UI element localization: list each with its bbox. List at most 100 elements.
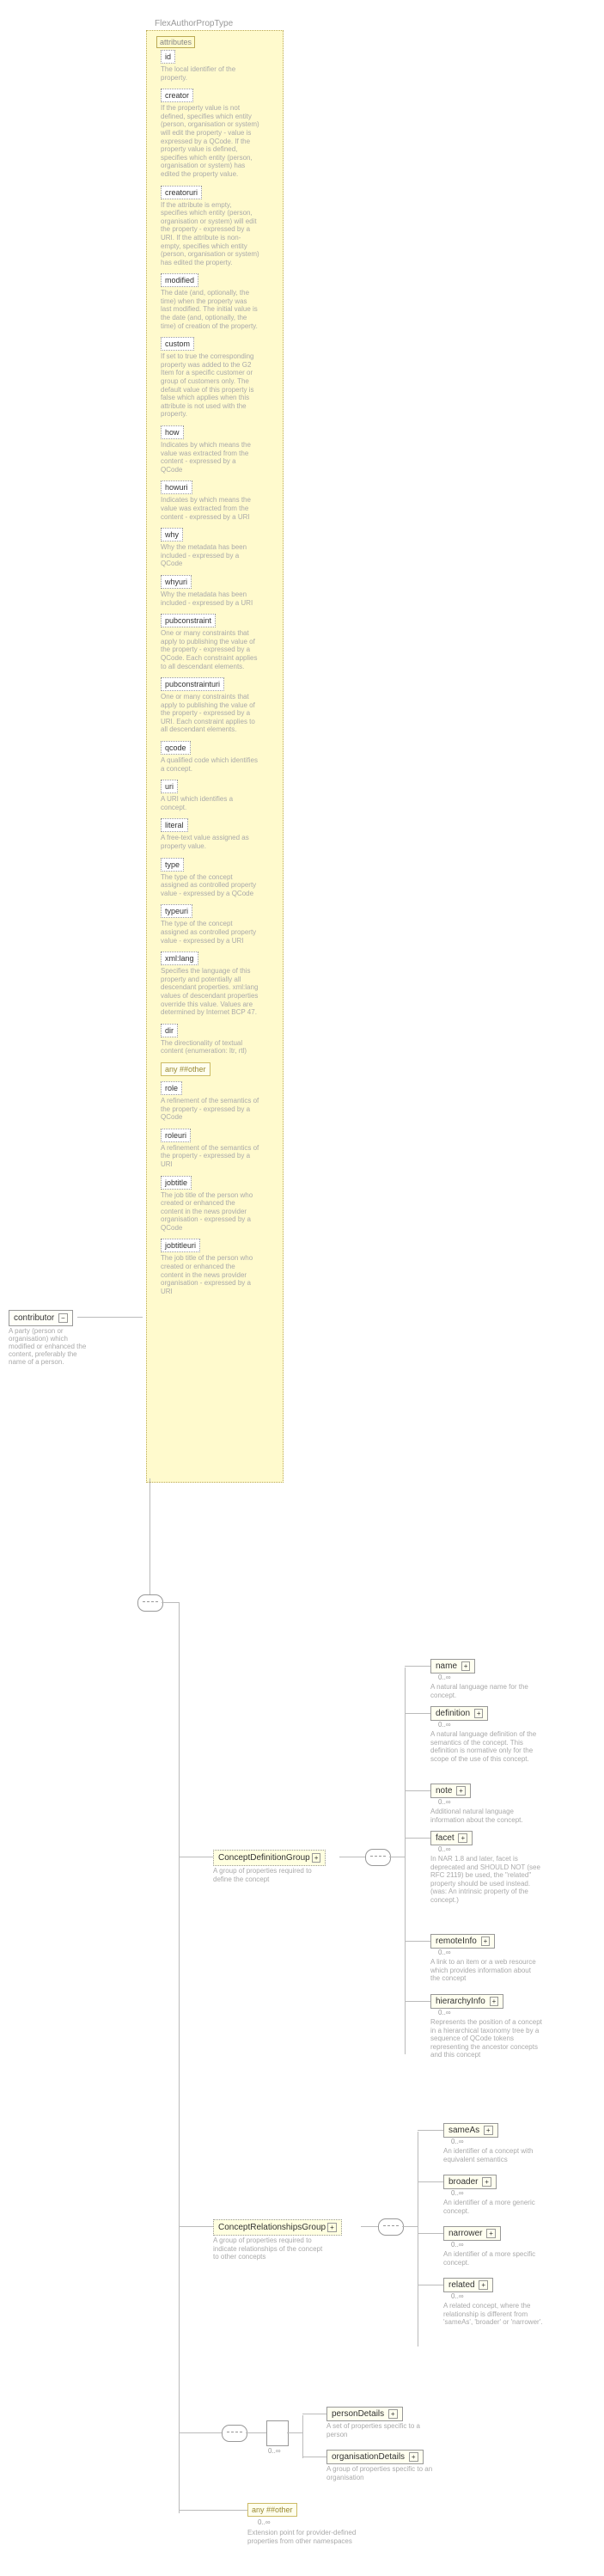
attr-desc: Indicates by which means the value was e… bbox=[161, 496, 259, 521]
attr-desc: Why the metadata has been included - exp… bbox=[161, 590, 259, 607]
attr-desc: The job title of the person who created … bbox=[161, 1254, 259, 1295]
attr-id[interactable]: id bbox=[161, 50, 175, 64]
elem-desc: A natural language definition of the sem… bbox=[430, 1730, 542, 1763]
multiplicity: 0..∞ bbox=[268, 2447, 281, 2455]
sequence-connector bbox=[137, 1594, 163, 1612]
element-facet[interactable]: facet + bbox=[430, 1831, 473, 1845]
choice-connector bbox=[266, 2420, 289, 2446]
attr-anyother[interactable]: any ##other bbox=[161, 1062, 210, 1076]
expand-icon[interactable]: + bbox=[327, 2223, 337, 2232]
attr-desc: Specifies the language of this property … bbox=[161, 967, 259, 1017]
attr-desc: If the property value is not defined, sp… bbox=[161, 104, 259, 178]
attr-desc: Indicates by which means the value was e… bbox=[161, 441, 259, 474]
attr-jobtitle[interactable]: jobtitle bbox=[161, 1176, 192, 1190]
attr-uri[interactable]: uri bbox=[161, 780, 178, 793]
attr-desc: A free-text value assigned as property v… bbox=[161, 834, 259, 850]
elem-desc: In NAR 1.8 and later, facet is deprecate… bbox=[430, 1855, 542, 1905]
attr-desc: The type of the concept assigned as cont… bbox=[161, 873, 259, 898]
attr-role[interactable]: role bbox=[161, 1081, 182, 1095]
attr-whyuri[interactable]: whyuri bbox=[161, 575, 192, 589]
root-element[interactable]: contributor − bbox=[9, 1310, 73, 1326]
elem-desc: Represents the position of a concept in … bbox=[430, 2018, 542, 2059]
elem-desc: A natural language name for the concept. bbox=[430, 1683, 542, 1699]
sequence-connector bbox=[378, 2218, 404, 2236]
multiplicity: 0..∞ bbox=[451, 2292, 464, 2300]
attr-qcode[interactable]: qcode bbox=[161, 741, 191, 755]
elem-desc: An identifier of a more generic concept. bbox=[443, 2199, 555, 2215]
cdg-desc: A group of properties required to define… bbox=[213, 1867, 325, 1883]
attr-desc: A refinement of the semantics of the pro… bbox=[161, 1144, 259, 1169]
element-name[interactable]: name + bbox=[430, 1659, 475, 1673]
attr-typeuri[interactable]: typeuri bbox=[161, 904, 192, 918]
attr-desc: The type of the concept assigned as cont… bbox=[161, 920, 259, 945]
multiplicity: 0..∞ bbox=[438, 1721, 451, 1729]
multiplicity: 0..∞ bbox=[438, 1673, 451, 1681]
expand-icon[interactable]: − bbox=[58, 1313, 68, 1323]
element-note[interactable]: note + bbox=[430, 1784, 471, 1798]
multiplicity: 0..∞ bbox=[451, 2138, 464, 2145]
type-title: FlexAuthorPropType bbox=[155, 19, 233, 28]
elem-desc: Additional natural language information … bbox=[430, 1808, 542, 1824]
attr-desc: One or many constraints that apply to pu… bbox=[161, 629, 259, 670]
element-remoteInfo[interactable]: remoteInfo + bbox=[430, 1934, 495, 1949]
attr-desc: A refinement of the semantics of the pro… bbox=[161, 1097, 259, 1122]
attr-modified[interactable]: modified bbox=[161, 273, 198, 287]
multiplicity: 0..∞ bbox=[258, 2518, 271, 2526]
attr-creatoruri[interactable]: creatoruri bbox=[161, 186, 202, 199]
attr-desc: A qualified code which identifies a conc… bbox=[161, 756, 259, 773]
attr-desc: The job title of the person who created … bbox=[161, 1191, 259, 1233]
elem-desc: A related concept, where the relationshi… bbox=[443, 2302, 555, 2327]
attr-custom[interactable]: custom bbox=[161, 337, 194, 351]
attr-desc: One or many constraints that apply to pu… bbox=[161, 693, 259, 734]
attr-desc: The date (and, optionally, the time) whe… bbox=[161, 289, 259, 330]
attr-literal[interactable]: literal bbox=[161, 818, 188, 832]
element-definition[interactable]: definition + bbox=[430, 1706, 488, 1721]
multiplicity: 0..∞ bbox=[438, 2009, 451, 2016]
multiplicity: 0..∞ bbox=[438, 1845, 451, 1853]
concept-relationships-group[interactable]: ConceptRelationshipsGroup+ bbox=[213, 2219, 342, 2236]
sequence-connector bbox=[365, 1849, 391, 1866]
attr-desc: If the attribute is empty, specifies whi… bbox=[161, 201, 259, 267]
element-related[interactable]: related + bbox=[443, 2278, 493, 2292]
attr-desc: The local identifier of the property. bbox=[161, 65, 259, 82]
elem-desc: A link to an item or a web resource whic… bbox=[430, 1958, 542, 1983]
expand-icon[interactable]: + bbox=[312, 1853, 321, 1863]
attr-type[interactable]: type bbox=[161, 858, 184, 872]
element-organisationDetails[interactable]: organisationDetails + bbox=[326, 2450, 424, 2464]
multiplicity: 0..∞ bbox=[451, 2241, 464, 2249]
element-sameAs[interactable]: sameAs + bbox=[443, 2123, 498, 2138]
attr-creator[interactable]: creator bbox=[161, 89, 193, 102]
crg-desc: A group of properties required to indica… bbox=[213, 2236, 325, 2261]
multiplicity: 0..∞ bbox=[451, 2189, 464, 2197]
type-container: idThe local identifier of the property. c… bbox=[146, 30, 284, 1483]
sequence-connector bbox=[222, 2425, 247, 2442]
element-narrower[interactable]: narrower + bbox=[443, 2226, 501, 2241]
concept-definition-group[interactable]: ConceptDefinitionGroup+ bbox=[213, 1850, 326, 1866]
elem-desc: A group of properties specific to an org… bbox=[326, 2465, 438, 2481]
attr-desc: A URI which identifies a concept. bbox=[161, 795, 259, 811]
element-hierarchyInfo[interactable]: hierarchyInfo + bbox=[430, 1994, 503, 2009]
element-broader[interactable]: broader + bbox=[443, 2175, 497, 2189]
attr-howuri[interactable]: howuri bbox=[161, 480, 192, 494]
element-personDetails[interactable]: personDetails + bbox=[326, 2407, 403, 2421]
attr-desc: Why the metadata has been included - exp… bbox=[161, 543, 259, 568]
attr-desc: If set to true the corresponding propert… bbox=[161, 352, 259, 419]
attr-jobtitleuri[interactable]: jobtitleuri bbox=[161, 1239, 200, 1252]
attr-pubconstrainturi[interactable]: pubconstrainturi bbox=[161, 677, 224, 691]
elem-desc: An identifier of a concept with equivale… bbox=[443, 2147, 555, 2163]
elem-desc: An identifier of a more specific concept… bbox=[443, 2250, 555, 2267]
root-desc: A party (person or organisation) which m… bbox=[9, 1327, 95, 1366]
attr-dir[interactable]: dir bbox=[161, 1024, 178, 1037]
other-desc: Extension point for provider-defined pro… bbox=[247, 2529, 359, 2545]
multiplicity: 0..∞ bbox=[438, 1949, 451, 1956]
attr-why[interactable]: why bbox=[161, 528, 183, 542]
attr-pubconstraint[interactable]: pubconstraint bbox=[161, 614, 216, 627]
any-other-element[interactable]: any ##other bbox=[247, 2503, 297, 2517]
attr-roleuri[interactable]: roleuri bbox=[161, 1129, 191, 1142]
attr-how[interactable]: how bbox=[161, 425, 184, 439]
root-label: contributor bbox=[14, 1313, 54, 1323]
attr-xmllang[interactable]: xml:lang bbox=[161, 951, 198, 965]
attr-desc: The directionality of textual content (e… bbox=[161, 1039, 259, 1055]
elem-desc: A set of properties specific to a person bbox=[326, 2422, 438, 2438]
multiplicity: 0..∞ bbox=[438, 1798, 451, 1806]
